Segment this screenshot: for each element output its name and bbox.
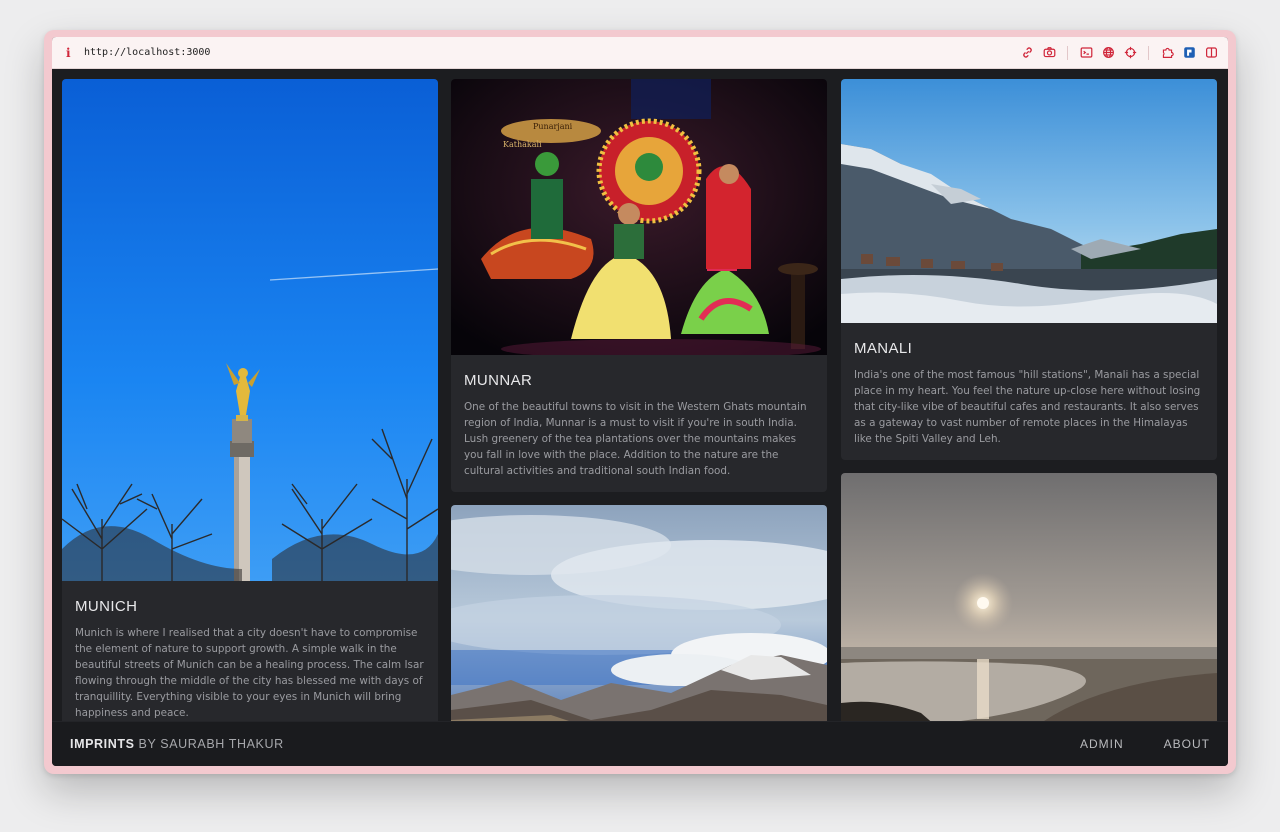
brand-author: BY SAURABH THAKUR [138, 737, 284, 751]
globe-icon[interactable] [1101, 46, 1115, 60]
sidebar-icon[interactable] [1204, 46, 1218, 60]
brand-logo[interactable]: IMPRINTS BY SAURABH THAKUR [70, 737, 1080, 751]
cloudy-mountains-photo [451, 505, 827, 721]
camera-icon[interactable] [1042, 46, 1056, 60]
card-description: One of the beautiful towns to visit in t… [464, 401, 807, 477]
gallery-column-3: MANALI India's one of the most famous "h… [841, 79, 1217, 721]
kathakali-photo: Punarjani Kathakali [451, 79, 827, 355]
card-munnar[interactable]: Punarjani Kathakali MUNNAR One of the be… [451, 79, 827, 492]
card-title: MUNNAR [464, 372, 533, 389]
nav-about-link[interactable]: ABOUT [1164, 737, 1210, 751]
shield-icon[interactable] [1182, 46, 1196, 60]
toolbar-divider [1067, 45, 1068, 60]
footer-nav: ADMIN ABOUT [1080, 737, 1210, 751]
card-munich[interactable]: MUNICH Munich is where I realised that a… [62, 79, 438, 721]
card-body: MANALI India's one of the most famous "h… [841, 323, 1217, 460]
gallery-grid: MUNICH Munich is where I realised that a… [52, 69, 1228, 721]
card-body: MUNNAR One of the beautiful towns to vis… [451, 355, 827, 492]
site-footer: IMPRINTS BY SAURABH THAKUR ADMIN ABOUT [52, 721, 1228, 766]
browser-toolbar [1020, 45, 1218, 60]
snowy-valley-photo [841, 79, 1217, 323]
sign-text-2: Kathakali [503, 140, 542, 149]
card-manali[interactable]: MANALI India's one of the most famous "h… [841, 79, 1217, 460]
toolbar-divider [1148, 45, 1149, 60]
angel-column-photo [62, 79, 438, 581]
beach-sunset-photo [841, 473, 1217, 721]
browser-viewport: i http://localhost:3000 MUNICH Munich is… [52, 37, 1228, 766]
card-description: Munich is where I realised that a city d… [75, 627, 424, 719]
site-info-icon[interactable]: i [66, 46, 84, 60]
gallery-column-2: Punarjani Kathakali MUNNAR One of the be… [451, 79, 827, 721]
terminal-icon[interactable] [1079, 46, 1093, 60]
browser-window: i http://localhost:3000 MUNICH Munich is… [44, 30, 1236, 774]
extension-icon[interactable] [1160, 46, 1174, 60]
url-text[interactable]: http://localhost:3000 [84, 47, 1020, 58]
nav-admin-link[interactable]: ADMIN [1080, 737, 1124, 751]
card-mountains[interactable] [451, 505, 827, 721]
link-icon[interactable] [1020, 46, 1034, 60]
card-beach[interactable] [841, 473, 1217, 721]
card-title: MANALI [854, 340, 913, 357]
card-description: India's one of the most famous "hill sta… [854, 369, 1201, 445]
brand-name: IMPRINTS [70, 737, 135, 751]
card-body: MUNICH Munich is where I realised that a… [62, 581, 438, 721]
sign-text-1: Punarjani [533, 122, 573, 131]
card-title: MUNICH [75, 598, 138, 615]
crosshair-icon[interactable] [1123, 46, 1137, 60]
url-bar[interactable]: i http://localhost:3000 [52, 37, 1228, 69]
gallery-column-1: MUNICH Munich is where I realised that a… [62, 79, 438, 721]
